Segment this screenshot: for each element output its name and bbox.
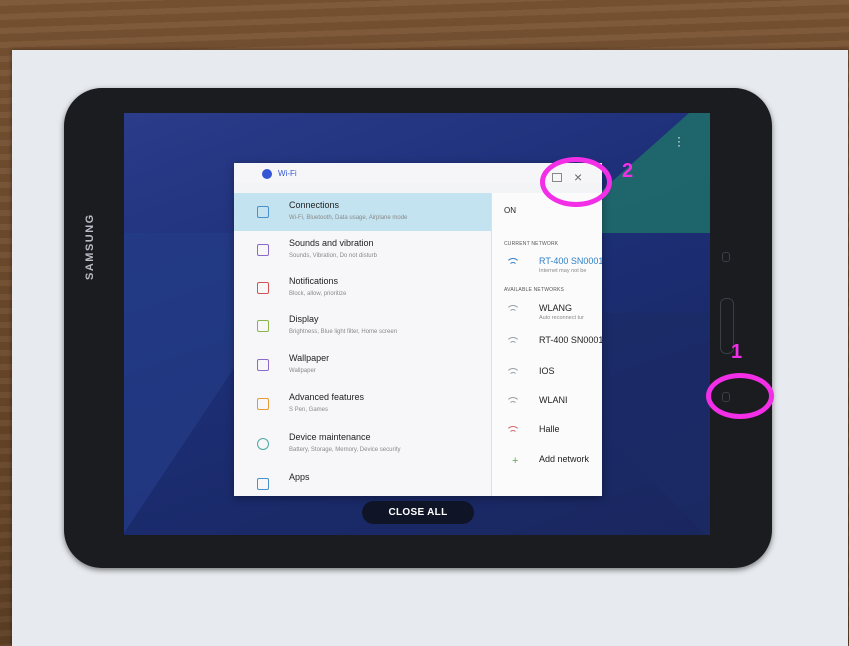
annotation-circle <box>706 373 774 419</box>
wifi-lock-icon <box>506 305 520 317</box>
wallpaper-icon <box>257 359 269 371</box>
menu-item-title: Advanced features <box>289 392 365 402</box>
wifi-lock-icon <box>506 258 520 270</box>
menu-item-advanced-features[interactable]: Advanced features S Pen, Games <box>234 385 491 423</box>
wifi-app-icon <box>262 169 272 179</box>
add-network-item[interactable]: + Add network <box>492 449 602 477</box>
menu-item-subtitle: Wallpaper <box>289 368 316 374</box>
network-list-item[interactable]: Halle <box>492 419 602 447</box>
wifi-lock-icon <box>506 426 520 438</box>
annotation-number: 2 <box>622 160 634 182</box>
menu-item-display[interactable]: Display Brightness, Blue light filter, H… <box>234 307 491 345</box>
menu-item-notifications[interactable]: Notifications Block, allow, prioritize <box>234 269 491 307</box>
annotation-circle <box>540 157 612 207</box>
connections-icon <box>257 206 269 218</box>
available-networks-header: AVAILABLE NETWORKS <box>504 287 565 293</box>
menu-item-device-maintenance[interactable]: Device maintenance Battery, Storage, Mem… <box>234 425 491 463</box>
advanced-features-icon <box>257 398 269 410</box>
menu-item-title: Apps <box>289 472 310 482</box>
network-name: WLANI <box>539 395 568 405</box>
add-icon: + <box>512 455 519 467</box>
menu-item-connections[interactable]: Connections Wi-Fi, Bluetooth, Data usage… <box>234 193 491 231</box>
menu-item-subtitle: Wi-Fi, Bluetooth, Data usage, Airplane m… <box>289 215 408 221</box>
network-list-item[interactable]: IOS <box>492 361 602 389</box>
menu-item-title: Sounds and vibration <box>289 238 374 248</box>
menu-item-sounds[interactable]: Sounds and vibration Sounds, Vibration, … <box>234 231 491 269</box>
network-status: Internet may not be <box>539 268 587 274</box>
menu-item-subtitle: Battery, Storage, Memory, Device securit… <box>289 447 401 453</box>
menu-item-subtitle: Block, allow, prioritize <box>289 291 347 297</box>
menu-item-title: Wallpaper <box>289 353 330 363</box>
network-list-item[interactable]: WLANI <box>492 390 602 418</box>
menu-item-title: Display <box>289 314 319 324</box>
menu-item-subtitle: Brightness, Blue light filter, Home scre… <box>289 329 398 335</box>
card-title: Wi-Fi <box>278 169 297 178</box>
wifi-toggle[interactable]: ON <box>504 206 516 215</box>
network-list-item[interactable]: WLANG Auto reconnect tur <box>492 298 602 326</box>
menu-item-subtitle: Sounds, Vibration, Do not disturb <box>289 253 377 259</box>
menu-item-title: Connections <box>289 200 340 210</box>
current-network-item[interactable]: RT-400 SN0001 Internet may not be <box>492 251 602 279</box>
notifications-icon <box>257 282 269 294</box>
recent-app-card[interactable]: Wi-Fi × Connections Wi-Fi, Bluetooth, Da… <box>234 163 602 496</box>
display-icon <box>257 320 269 332</box>
network-name: WLANG <box>539 303 573 313</box>
add-network-label: Add network <box>539 454 590 464</box>
sound-icon <box>257 244 269 256</box>
wifi-lock-icon <box>506 368 520 380</box>
network-name: RT-400 SN0001 <box>539 335 602 345</box>
close-all-button[interactable]: CLOSE ALL <box>362 501 474 524</box>
apps-icon <box>257 478 269 490</box>
annotation-number: 1 <box>731 341 743 363</box>
menu-item-title: Notifications <box>289 276 339 286</box>
wifi-panel: ON CURRENT NETWORK RT-400 SN0001 Interne… <box>491 193 602 496</box>
network-status: Auto reconnect tur <box>539 315 584 321</box>
network-list-item[interactable]: RT-400 SN0001 <box>492 330 602 358</box>
network-name: Halle <box>539 424 560 434</box>
device-brand: SAMSUNG <box>84 213 96 280</box>
settings-menu: Connections Wi-Fi, Bluetooth, Data usage… <box>234 193 491 496</box>
wifi-lock-icon <box>506 397 520 409</box>
menu-item-subtitle: S Pen, Games <box>289 407 329 413</box>
wifi-lock-icon <box>506 337 520 349</box>
network-name: RT-400 SN0001 <box>539 256 602 266</box>
menu-item-title: Device maintenance <box>289 432 371 442</box>
network-name: IOS <box>539 366 555 376</box>
menu-item-apps[interactable]: Apps <box>234 465 491 496</box>
menu-item-wallpaper[interactable]: Wallpaper Wallpaper <box>234 346 491 384</box>
recents-key[interactable] <box>722 252 730 262</box>
current-network-header: CURRENT NETWORK <box>504 241 559 247</box>
device-maintenance-icon <box>257 438 269 450</box>
more-options-icon[interactable]: · · · <box>677 131 681 151</box>
